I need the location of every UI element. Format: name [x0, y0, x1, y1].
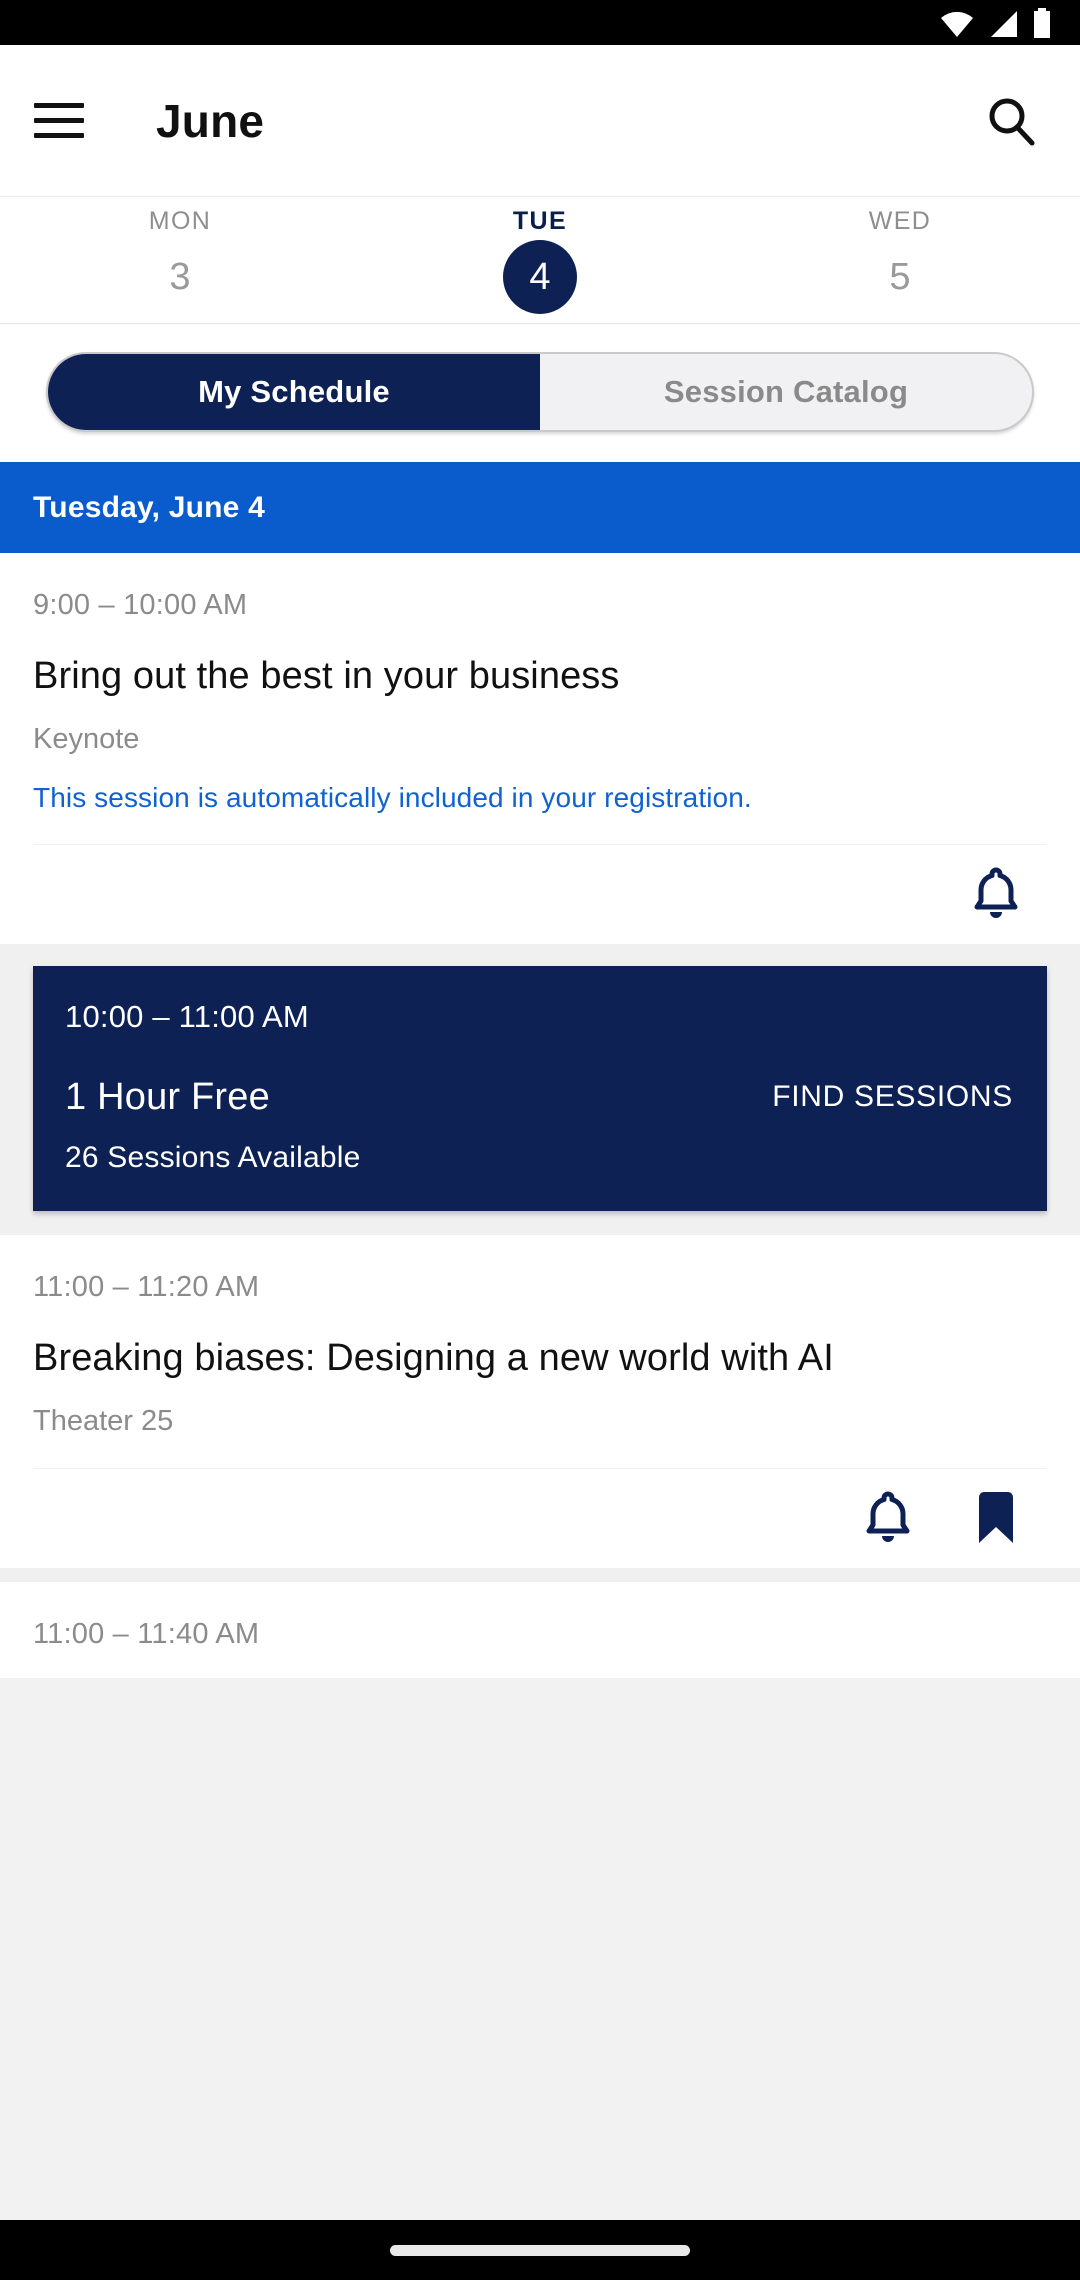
- search-icon[interactable]: [980, 90, 1042, 152]
- home-indicator[interactable]: [390, 2244, 690, 2256]
- day-number: 5: [889, 255, 911, 298]
- day-number: 4: [503, 240, 577, 314]
- session-title: Bring out the best in your business: [33, 655, 620, 697]
- card-gap: [0, 1567, 1080, 1582]
- tab-session-catalog[interactable]: Session Catalog: [540, 354, 1032, 430]
- wifi-icon: [941, 11, 973, 37]
- free-hour-row: 1 Hour Free FIND SESSIONS: [65, 1076, 1015, 1119]
- day-name: TUE: [512, 207, 568, 235]
- day-item-mon[interactable]: MON 3: [0, 197, 360, 324]
- status-bar-icons: [940, 7, 1052, 38]
- free-hour-card[interactable]: 10:00 – 11:00 AM 1 Hour Free FIND SESSIO…: [33, 965, 1047, 1211]
- session-time: 11:00 – 11:20 AM: [33, 1270, 260, 1303]
- hamburger-menu-icon[interactable]: [34, 95, 86, 147]
- day-number: 3: [169, 255, 191, 298]
- session-card-partial[interactable]: 11:00 – 11:40 AM: [0, 1581, 1080, 1678]
- phone-screen: June MON 3 TUE 4 WED 5 My Schedule Sessi…: [0, 0, 1080, 2280]
- day-item-wed[interactable]: WED 5: [720, 197, 1080, 324]
- session-registration-note: This session is automatically included i…: [33, 781, 752, 813]
- reminder-bell-icon[interactable]: [965, 863, 1027, 925]
- status-bar: [0, 0, 1080, 45]
- free-hour-title: 1 Hour Free: [65, 1075, 270, 1118]
- system-navigation-bar: [0, 2220, 1080, 2280]
- session-card-breaking-biases[interactable]: 11:00 – 11:20 AM Breaking biases: Design…: [0, 1234, 1080, 1568]
- bookmark-icon[interactable]: [965, 1487, 1027, 1549]
- session-time: 9:00 – 10:00 AM: [33, 589, 248, 621]
- session-actions: [33, 843, 1047, 944]
- day-name: WED: [868, 207, 932, 235]
- tab-my-schedule[interactable]: My Schedule: [48, 354, 540, 430]
- session-subtitle: Keynote: [33, 722, 140, 755]
- session-subtitle: Theater 25: [33, 1404, 174, 1437]
- cellular-signal-icon: [991, 10, 1017, 37]
- day-strip: MON 3 TUE 4 WED 5: [0, 196, 1080, 324]
- segmented-control-container: My Schedule Session Catalog: [0, 324, 1080, 462]
- free-hour-time: 10:00 – 11:00 AM: [65, 998, 309, 1034]
- session-card-keynote[interactable]: 9:00 – 10:00 AM Bring out the best in yo…: [0, 553, 1080, 944]
- reminder-bell-icon[interactable]: [857, 1487, 919, 1549]
- find-sessions-button[interactable]: FIND SESSIONS: [772, 1080, 1015, 1114]
- free-hour-availability: 26 Sessions Available: [65, 1140, 361, 1174]
- free-hour-container: 10:00 – 11:00 AM 1 Hour Free FIND SESSIO…: [0, 943, 1080, 1235]
- session-actions: [33, 1467, 1047, 1568]
- app-bar: June: [0, 45, 1080, 196]
- page-title: June: [156, 94, 265, 147]
- day-item-tue[interactable]: TUE 4: [360, 197, 720, 324]
- date-banner: Tuesday, June 4: [0, 462, 1080, 553]
- session-title: Breaking biases: Designing a new world w…: [33, 1336, 834, 1379]
- session-time: 11:00 – 11:40 AM: [33, 1617, 260, 1650]
- day-name: MON: [148, 207, 212, 235]
- battery-icon: [1034, 7, 1050, 38]
- segmented-control: My Schedule Session Catalog: [46, 352, 1034, 432]
